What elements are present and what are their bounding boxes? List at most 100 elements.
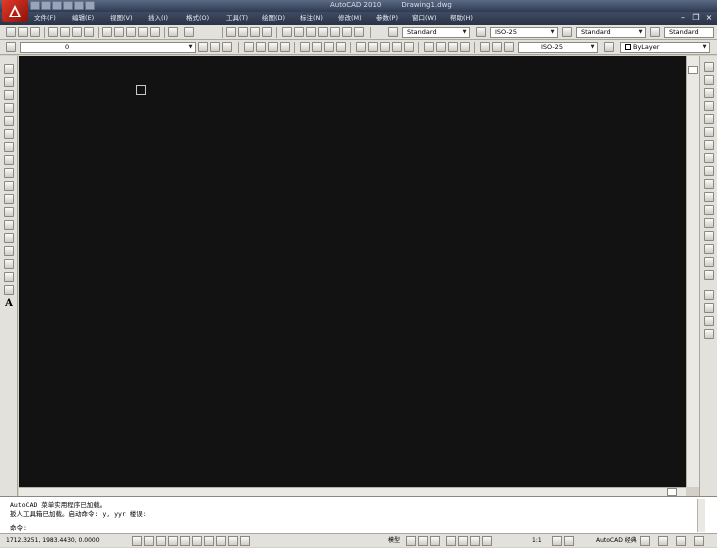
dimension-update-icon[interactable] — [504, 42, 514, 52]
menu-tools[interactable]: 工具(T) — [226, 12, 262, 25]
multileader-style-icon[interactable] — [650, 27, 660, 37]
array-icon[interactable] — [704, 114, 714, 124]
menu-format[interactable]: 格式(O) — [186, 12, 226, 25]
command-window[interactable]: AutoCAD 菜单实用程序已加载。 扳人工具箱已加载。启动命令: y, yyr… — [0, 496, 717, 533]
vertical-scrollbar[interactable] — [686, 56, 699, 487]
menu-window[interactable]: 窗口(W) — [412, 12, 450, 25]
menu-parametric[interactable]: 参数(P) — [376, 12, 412, 25]
annotation-scale[interactable]: 1:1 — [532, 534, 542, 548]
radius-dimension-icon[interactable] — [300, 42, 310, 52]
markup-icon[interactable] — [330, 27, 340, 37]
clean-screen-icon[interactable] — [694, 536, 704, 546]
lineweight-icon[interactable] — [228, 536, 238, 546]
polygon-icon[interactable] — [4, 103, 14, 113]
baseline-dimension-icon[interactable] — [368, 42, 378, 52]
dim-style-control-dropdown[interactable]: ISO-25 ▼ — [518, 42, 598, 53]
offset-icon[interactable] — [704, 101, 714, 111]
undo-icon[interactable] — [168, 27, 178, 37]
plot-icon[interactable] — [48, 27, 58, 37]
continue-dimension-icon[interactable] — [380, 42, 390, 52]
showmotion-icon[interactable] — [482, 536, 492, 546]
minimize-icon[interactable]: – — [679, 13, 687, 23]
zoom-realtime-icon[interactable] — [238, 27, 248, 37]
dim-style-dropdown[interactable]: ISO-25 ▼ — [490, 27, 558, 38]
auto-scale-icon[interactable] — [564, 536, 574, 546]
color-control-dropdown[interactable]: ByLayer ▼ — [620, 42, 710, 53]
layer-properties-icon[interactable] — [6, 42, 16, 52]
annotation-visibility-icon[interactable] — [552, 536, 562, 546]
erase-icon[interactable] — [704, 62, 714, 72]
center-mark-icon[interactable] — [436, 42, 446, 52]
menu-insert[interactable]: 插入(I) — [148, 12, 186, 25]
fillet-icon[interactable] — [704, 257, 714, 267]
save-icon[interactable] — [30, 27, 40, 37]
save-icon[interactable] — [52, 1, 62, 10]
break-at-point-icon[interactable] — [704, 205, 714, 215]
extend-icon[interactable] — [704, 192, 714, 202]
text-style-dropdown[interactable]: Standard ▼ — [402, 27, 470, 38]
plot-preview-icon[interactable] — [60, 27, 70, 37]
draw-order-back-icon[interactable] — [704, 303, 714, 313]
join-icon[interactable] — [704, 231, 714, 241]
multiline-text-icon[interactable]: A — [4, 298, 14, 309]
dimension-edit-icon[interactable] — [480, 42, 490, 52]
make-block-icon[interactable] — [4, 220, 14, 230]
hardware-acceleration-icon[interactable] — [658, 536, 668, 546]
menu-dimension[interactable]: 标注(N) — [300, 12, 338, 25]
application-menu-button[interactable] — [2, 0, 28, 22]
properties-icon[interactable] — [282, 27, 292, 37]
jogged-linear-icon[interactable] — [460, 42, 470, 52]
stretch-icon[interactable] — [704, 166, 714, 176]
tolerance-icon[interactable] — [424, 42, 434, 52]
pan-icon[interactable] — [226, 27, 236, 37]
table-icon[interactable] — [4, 285, 14, 295]
menu-draw[interactable]: 绘图(D) — [262, 12, 300, 25]
close-icon[interactable]: × — [705, 13, 713, 23]
object-snap-tracking-icon[interactable] — [192, 536, 202, 546]
multileader-style-dropdown[interactable]: Standard — [664, 27, 714, 38]
layout-icon[interactable] — [406, 536, 416, 546]
zoom-previous-icon[interactable] — [262, 27, 272, 37]
ordinate-dimension-icon[interactable] — [280, 42, 290, 52]
table-style-dropdown[interactable]: Standard ▼ — [576, 27, 646, 38]
line-icon[interactable] — [4, 64, 14, 74]
dim-style-icon[interactable] — [476, 27, 486, 37]
revision-cloud-icon[interactable] — [4, 155, 14, 165]
coordinate-readout[interactable]: 1712.3251, 1983.4430, 0.0000 — [6, 534, 100, 548]
move-icon[interactable] — [704, 127, 714, 137]
angular-dimension-icon[interactable] — [336, 42, 346, 52]
restore-icon[interactable]: ❐ — [692, 13, 700, 23]
dimension-text-edit-icon[interactable] — [492, 42, 502, 52]
jogged-dimension-icon[interactable] — [312, 42, 322, 52]
dimension-space-icon[interactable] — [392, 42, 402, 52]
polar-tracking-icon[interactable] — [168, 536, 178, 546]
menu-modify[interactable]: 修改(M) — [338, 12, 376, 25]
horizontal-scroll-thumb[interactable] — [667, 488, 677, 496]
redo-icon[interactable] — [184, 27, 194, 37]
tool-palettes-icon[interactable] — [306, 27, 316, 37]
polyline-icon[interactable] — [4, 90, 14, 100]
command-scrollbar[interactable] — [697, 499, 705, 532]
design-center-icon[interactable] — [294, 27, 304, 37]
menu-help[interactable]: 帮助(H) — [450, 12, 488, 25]
inspection-icon[interactable] — [448, 42, 458, 52]
copy-object-icon[interactable] — [704, 75, 714, 85]
redo-icon[interactable] — [74, 1, 84, 10]
diameter-dimension-icon[interactable] — [324, 42, 334, 52]
scale-icon[interactable] — [704, 153, 714, 163]
steering-wheel-icon[interactable] — [470, 536, 480, 546]
layer-states-icon[interactable] — [222, 42, 232, 52]
lock-icon[interactable] — [640, 536, 650, 546]
dimension-style-icon[interactable] — [604, 42, 614, 52]
region-icon[interactable] — [4, 272, 14, 282]
dimension-break-icon[interactable] — [404, 42, 414, 52]
model-space-label[interactable]: 模型 — [388, 534, 400, 548]
grid-display-icon[interactable] — [144, 536, 154, 546]
arc-length-icon[interactable] — [268, 42, 278, 52]
plot-icon[interactable] — [85, 1, 95, 10]
insert-block-icon[interactable] — [4, 207, 14, 217]
layer-previous-icon[interactable] — [210, 42, 220, 52]
horizontal-scrollbar[interactable] — [19, 487, 686, 496]
quick-view-layouts-icon[interactable] — [418, 536, 428, 546]
vertical-scroll-thumb[interactable] — [688, 66, 698, 74]
